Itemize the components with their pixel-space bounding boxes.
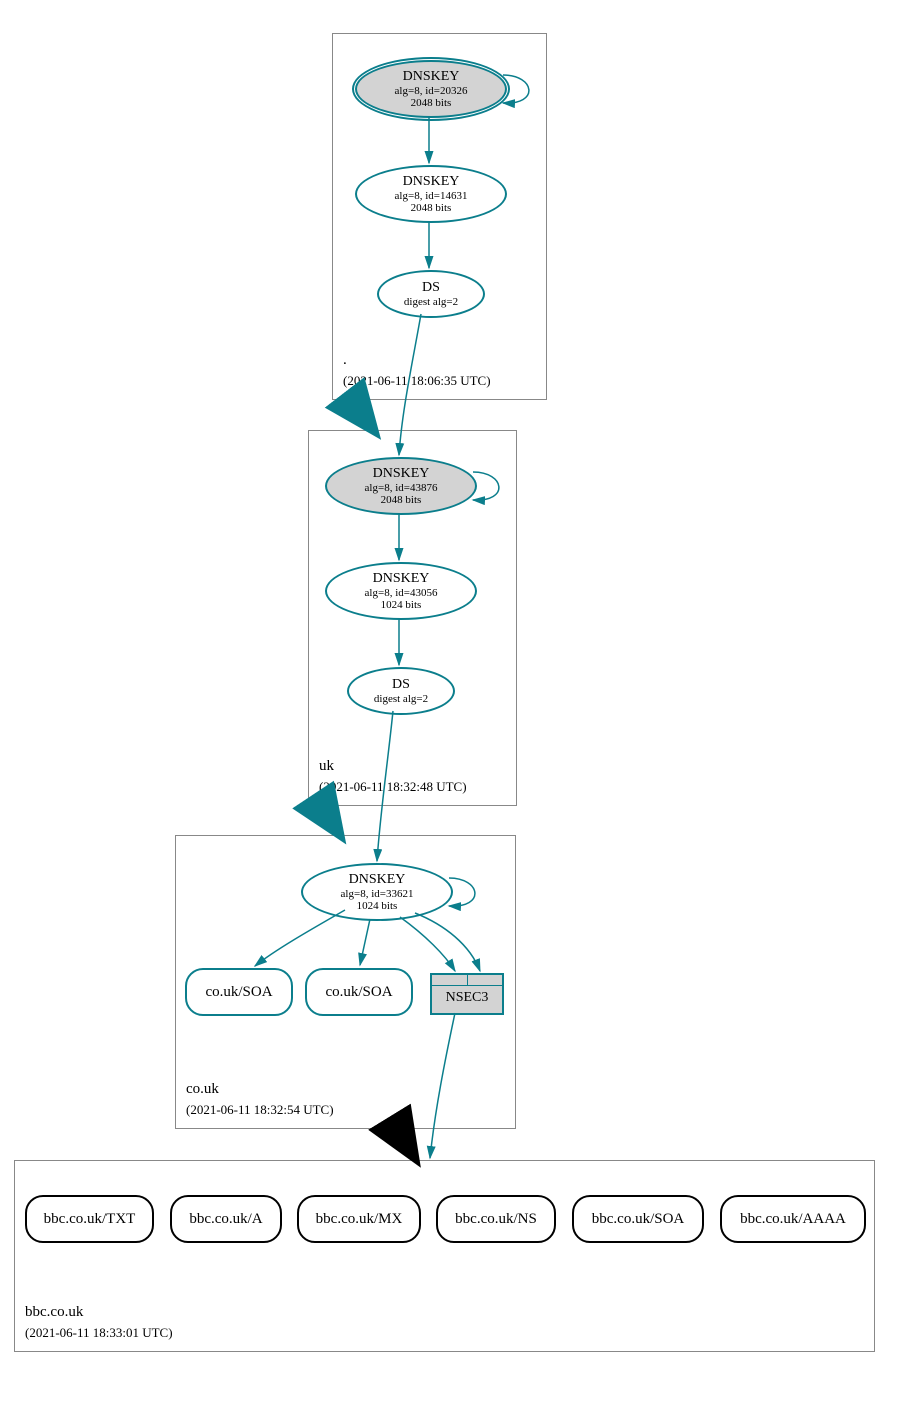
node-bbc-soa: bbc.co.uk/SOA [572,1195,704,1243]
node-root-ksk-title: DNSKEY [403,69,460,84]
node-uk-ksk-line3: 2048 bits [381,494,422,506]
node-root-ds: DS digest alg=2 [377,270,485,318]
node-uk-zsk: DNSKEY alg=8, id=43056 1024 bits [325,562,477,620]
node-bbc-a-label: bbc.co.uk/A [189,1211,262,1228]
node-bbc-ns: bbc.co.uk/NS [436,1195,556,1243]
node-root-ds-title: DS [422,280,440,295]
zone-uk-label: uk [319,758,334,775]
zone-uk-timestamp: (2021-06-11 18:32:48 UTC) [319,779,467,795]
zone-couk-label: co.uk [186,1081,219,1098]
node-bbc-a: bbc.co.uk/A [170,1195,282,1243]
node-bbc-aaaa: bbc.co.uk/AAAA [720,1195,866,1243]
node-couk-soa2: co.uk/SOA [305,968,413,1016]
node-bbc-ns-label: bbc.co.uk/NS [455,1211,537,1228]
node-root-ksk-line2: alg=8, id=20326 [395,85,468,97]
node-uk-ksk: DNSKEY alg=8, id=43876 2048 bits [325,457,477,515]
node-root-zsk-line3: 2048 bits [411,202,452,214]
node-couk-key-line3: 1024 bits [357,900,398,912]
node-bbc-soa-label: bbc.co.uk/SOA [592,1211,685,1228]
zone-root-timestamp: (2021-06-11 18:06:35 UTC) [343,373,491,389]
node-root-zsk-title: DNSKEY [403,174,460,189]
node-uk-zsk-line3: 1024 bits [381,599,422,611]
node-nsec3-label: NSEC3 [446,990,489,1006]
node-couk-key-title: DNSKEY [349,872,406,887]
node-couk-soa1-label: co.uk/SOA [205,984,272,1001]
node-bbc-txt: bbc.co.uk/TXT [25,1195,154,1243]
node-nsec3: NSEC3 [430,973,504,1015]
node-couk-key-line2: alg=8, id=33621 [341,888,414,900]
node-bbc-mx: bbc.co.uk/MX [297,1195,421,1243]
node-couk-soa2-label: co.uk/SOA [325,984,392,1001]
node-root-ds-line2: digest alg=2 [404,296,458,308]
node-root-zsk: DNSKEY alg=8, id=14631 2048 bits [355,165,507,223]
node-uk-ds: DS digest alg=2 [347,667,455,715]
node-uk-ksk-line2: alg=8, id=43876 [365,482,438,494]
node-root-zsk-line2: alg=8, id=14631 [395,190,468,202]
node-uk-ds-line2: digest alg=2 [374,693,428,705]
node-uk-ksk-title: DNSKEY [373,466,430,481]
node-couk-key: DNSKEY alg=8, id=33621 1024 bits [301,863,453,921]
zone-root-label: . [343,352,347,369]
zone-couk-timestamp: (2021-06-11 18:32:54 UTC) [186,1102,334,1118]
zone-bbc-label: bbc.co.uk [25,1304,83,1321]
node-bbc-txt-label: bbc.co.uk/TXT [44,1211,136,1228]
node-uk-zsk-line2: alg=8, id=43056 [365,587,438,599]
node-root-ksk: DNSKEY alg=8, id=20326 2048 bits [355,60,507,118]
node-uk-ds-title: DS [392,677,410,692]
zone-bbc: bbc.co.uk (2021-06-11 18:33:01 UTC) [14,1160,875,1352]
node-couk-soa1: co.uk/SOA [185,968,293,1016]
node-bbc-mx-label: bbc.co.uk/MX [316,1211,403,1228]
node-bbc-aaaa-label: bbc.co.uk/AAAA [740,1211,846,1228]
node-root-ksk-line3: 2048 bits [411,97,452,109]
zone-bbc-timestamp: (2021-06-11 18:33:01 UTC) [25,1325,173,1341]
node-uk-zsk-title: DNSKEY [373,571,430,586]
